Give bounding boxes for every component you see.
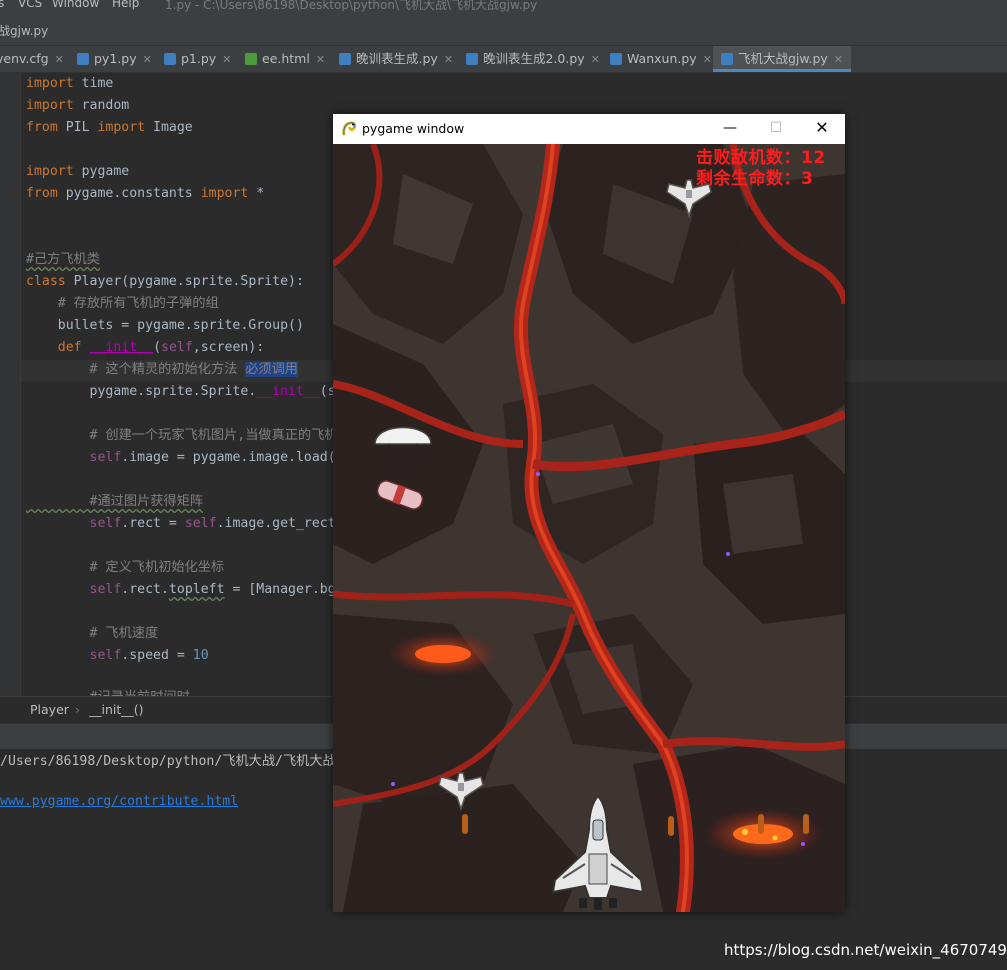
code-line: # 创建一个玩家飞机图片,当做真正的飞机 — [26, 428, 338, 443]
ide-window-title: 1.py - C:\Users\86198\Desktop\python\飞机大… — [165, 0, 538, 12]
code-line: self.rect = self.image.get_rect — [89, 516, 336, 531]
maximize-button[interactable]: ☐ — [753, 114, 799, 144]
tab-ee-html[interactable]: ee.html ✕ — [245, 46, 325, 72]
tab-label: 晚训表生成.py — [356, 51, 438, 66]
tab-label: p1.py — [181, 51, 217, 66]
tab-label: 飞机大战gjw.py — [738, 51, 828, 66]
code-line: # 定义飞机初始化坐标 — [26, 560, 225, 575]
current-file-crumb[interactable]: 大战gjw.py — [0, 22, 48, 39]
python-file-icon — [164, 53, 176, 65]
console-link[interactable]: www.pygame.org/contribute.html — [0, 794, 238, 809]
close-icon[interactable]: ✕ — [316, 53, 325, 66]
pygame-window[interactable]: pygame window — ☐ ✕ 击败敌机数：12 剩余生命数：3 — [333, 114, 845, 912]
python-file-icon — [721, 53, 733, 65]
python-file-icon — [77, 53, 89, 65]
python-file-icon — [339, 53, 351, 65]
code-line: self.image = pygame.image.load( — [89, 450, 336, 465]
code-line: class Player(pygame.sprite.Sprite): — [26, 274, 304, 289]
code-line: self.speed = 10 — [89, 648, 209, 663]
code-line: import time — [26, 76, 114, 91]
menu-item-file[interactable]: s — [0, 0, 4, 10]
tab-py1[interactable]: py1.py ✕ — [77, 46, 152, 72]
tab-label: venv.cfg — [0, 51, 49, 66]
pygame-snake-icon — [342, 121, 357, 136]
code-line: pygame.sprite.Sprite.__init__(s — [26, 384, 336, 399]
breadcrumb-class[interactable]: Player — [30, 702, 69, 717]
player-plane[interactable] — [549, 794, 647, 912]
close-icon[interactable]: ✕ — [591, 53, 600, 66]
close-icon[interactable]: ✕ — [834, 53, 843, 66]
window-title-bar[interactable]: pygame window — ☐ ✕ — [333, 114, 845, 144]
enemy-bullet — [668, 816, 674, 836]
window-title: pygame window — [362, 121, 465, 136]
code-line: #己方飞机类 — [26, 252, 100, 267]
tab-wanxun[interactable]: Wanxun.py ✕ — [610, 46, 712, 72]
tab-venv-cfg[interactable]: venv.cfg ✕ — [0, 46, 64, 72]
console-path-line: /Users/86198/Desktop/python/飞机大战/飞机大战 — [0, 754, 336, 769]
enemy-plane — [666, 179, 712, 218]
enemy-bullet — [758, 814, 764, 834]
tab-p1[interactable]: p1.py ✕ — [164, 46, 231, 72]
code-line: bullets = pygame.sprite.Group() — [26, 318, 304, 333]
breadcrumb-method[interactable]: __init__() — [89, 702, 144, 717]
editor-tab-bar: venv.cfg ✕ py1.py ✕ p1.py ✕ ee.html ✕ 晚训表生成.… — [0, 46, 1007, 73]
close-icon[interactable]: ✕ — [444, 53, 453, 66]
close-icon[interactable]: ✕ — [703, 53, 712, 66]
tab-wanxun-table[interactable]: 晚训表生成.py ✕ — [339, 46, 453, 72]
tab-plane-war[interactable]: 飞机大战gjw.py ✕ — [713, 46, 852, 72]
chevron-right-icon: › — [75, 702, 80, 717]
menu-item-window[interactable]: Window — [52, 0, 99, 10]
watermark-text: https://blog.csdn.net/weixin_46707493 — [724, 941, 1007, 959]
code-line: # 存放所有飞机的子弹的组 — [26, 296, 219, 311]
code-line: import random — [26, 98, 130, 113]
parachute-supply-crate — [374, 426, 432, 510]
tab-label: Wanxun.py — [627, 51, 697, 66]
enemy-bullet — [803, 814, 809, 834]
code-line: from pygame.constants import * — [26, 186, 265, 201]
code-line: def __init__(self,screen): — [26, 340, 265, 355]
python-file-icon — [466, 53, 478, 65]
tab-wanxun-table-2[interactable]: 晚训表生成2.0.py ✕ — [466, 46, 600, 72]
navigation-bar: 大战gjw.py — [0, 12, 1007, 46]
code-line: # 飞机速度 — [26, 626, 159, 641]
tab-label: ee.html — [262, 51, 310, 66]
close-icon[interactable]: ✕ — [222, 53, 231, 66]
code-line: self.rect.topleft = [Manager.bg — [89, 582, 336, 597]
enemy-bullet — [462, 814, 468, 834]
code-line: #记录当前时间时 — [26, 687, 190, 696]
game-canvas[interactable]: 击败敌机数：12 剩余生命数：3 — [333, 144, 845, 912]
enemy-plane — [438, 772, 484, 811]
menu-item-vcs[interactable]: VCS — [18, 0, 42, 10]
menu-item-help[interactable]: Help — [112, 0, 139, 10]
minimize-button[interactable]: — — [707, 114, 753, 144]
menu-bar: s VCS Window Help 1.py - C:\Users\86198\… — [0, 0, 1007, 12]
close-icon[interactable]: ✕ — [143, 53, 152, 66]
code-line: import pygame — [26, 164, 130, 179]
hud-lives-count: 剩余生命数：3 — [696, 169, 814, 189]
code-line: #通过图片获得矩阵 — [26, 494, 203, 509]
close-button[interactable]: ✕ — [799, 114, 845, 144]
editor-gutter — [0, 73, 21, 696]
tab-label: 晚训表生成2.0.py — [483, 51, 585, 66]
python-file-icon — [610, 53, 622, 65]
close-icon[interactable]: ✕ — [55, 53, 64, 66]
tab-label: py1.py — [94, 51, 137, 66]
code-line: # 这个精灵的初始化方法 必须调用 — [26, 362, 298, 377]
code-line: from PIL import Image — [26, 120, 193, 135]
html-file-icon — [245, 53, 257, 65]
